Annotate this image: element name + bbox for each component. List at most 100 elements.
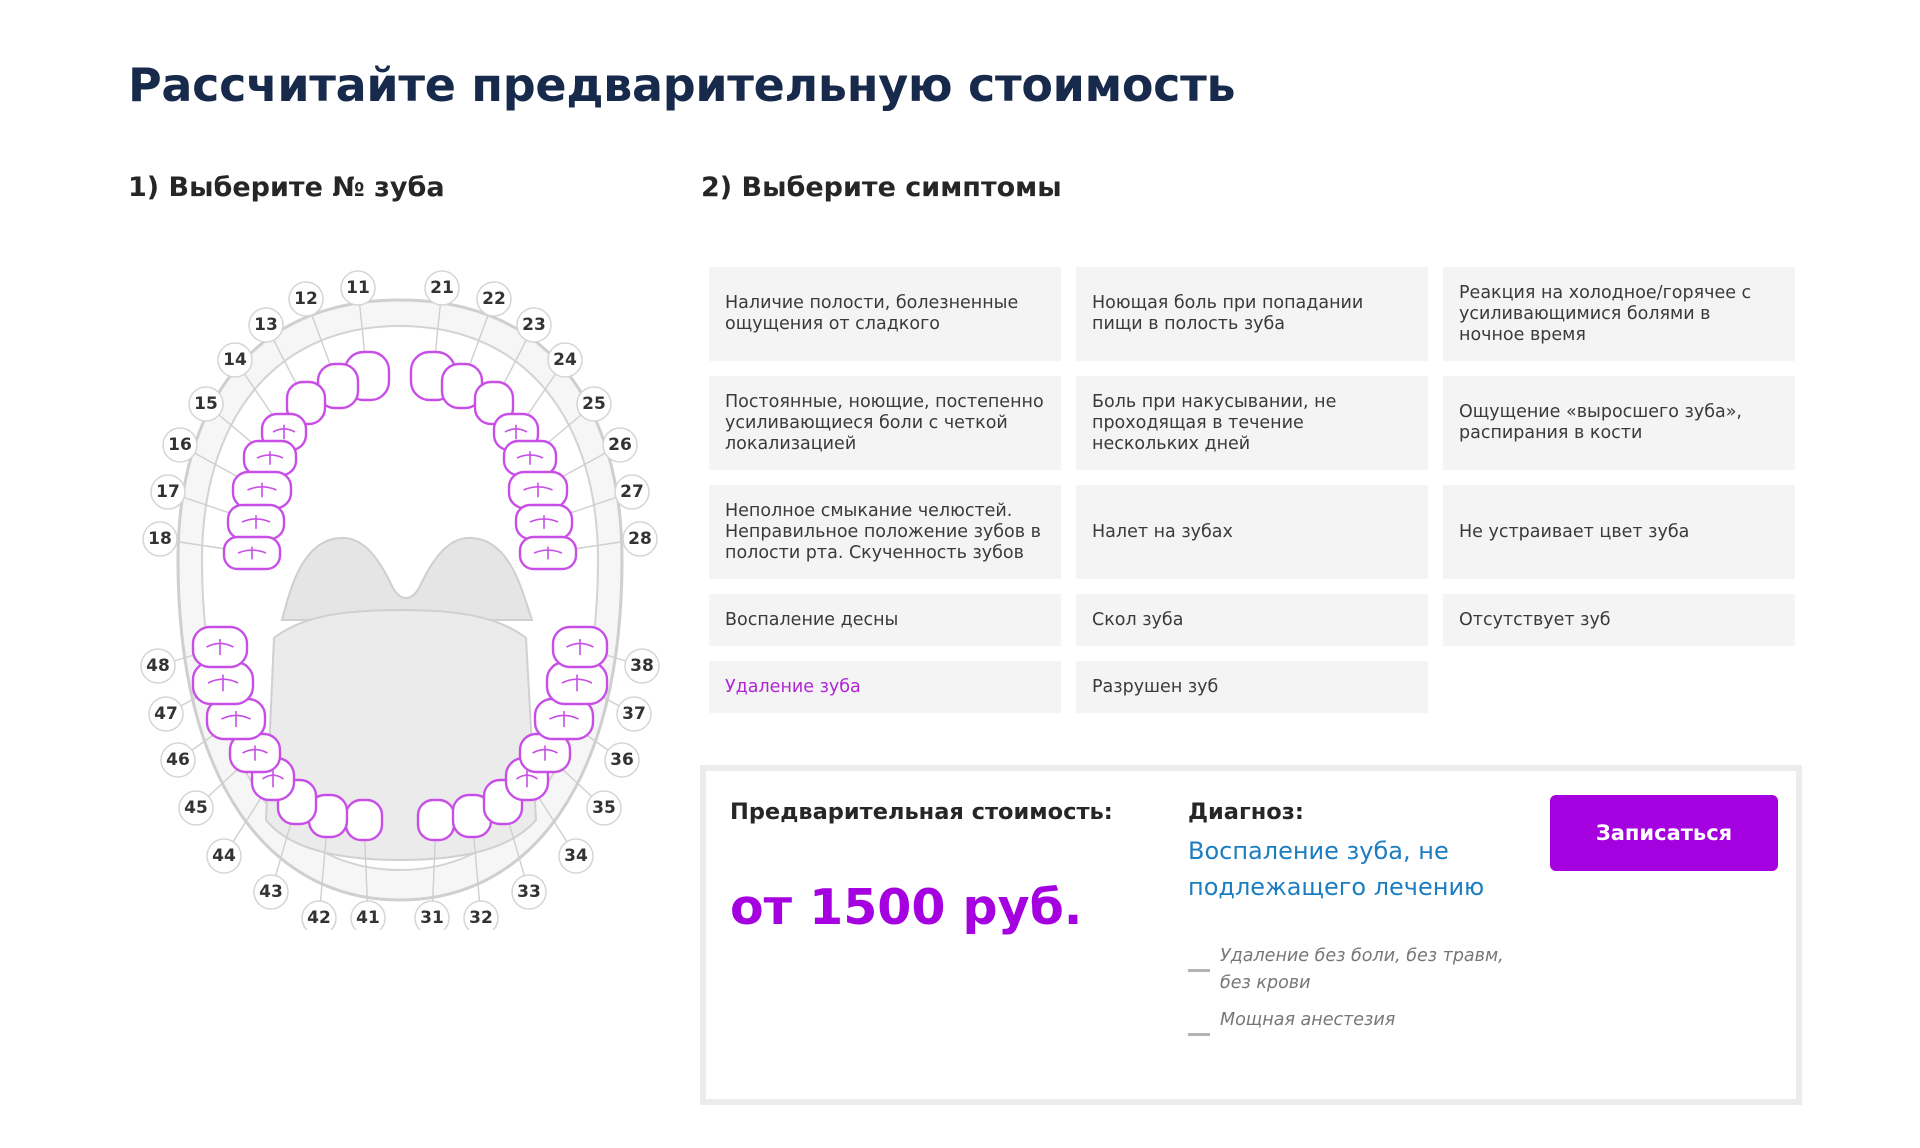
tooth-16[interactable] <box>231 470 293 510</box>
tooth-41[interactable] <box>344 798 384 842</box>
tooth-number-label: 46 <box>166 750 190 770</box>
tooth-number-23[interactable]: 23 <box>516 307 552 343</box>
tooth-number-17[interactable]: 17 <box>150 474 186 510</box>
tooth-number-label: 35 <box>592 798 616 818</box>
tooth-number-label: 13 <box>254 315 278 335</box>
symptom-option[interactable]: Налет на зубах <box>1076 485 1428 579</box>
tooth-28[interactable] <box>518 535 578 571</box>
tooth-number-24[interactable]: 24 <box>547 342 583 378</box>
step1-title: 1) Выберите № зуба <box>128 172 445 203</box>
tooth-number-35[interactable]: 35 <box>586 790 622 826</box>
tooth-17[interactable] <box>226 503 286 541</box>
tooth-number-38[interactable]: 38 <box>624 648 660 684</box>
tooth-number-label: 18 <box>148 529 172 549</box>
tooth-number-25[interactable]: 25 <box>576 386 612 422</box>
tooth-number-42[interactable]: 42 <box>301 900 337 930</box>
diagnosis-label: Диагноз: <box>1188 799 1304 825</box>
feature-item: Мощная анестезия <box>1188 1007 1508 1036</box>
mouth-illustration <box>176 298 624 902</box>
tooth-number-label: 31 <box>420 908 444 928</box>
tooth-number-label: 34 <box>564 846 588 866</box>
symptom-option[interactable]: Скол зуба <box>1076 594 1428 646</box>
tooth-number-36[interactable]: 36 <box>604 742 640 778</box>
tooth-47[interactable] <box>191 660 255 706</box>
tooth-number-label: 36 <box>610 750 634 770</box>
tooth-48[interactable] <box>191 625 249 669</box>
tooth-number-12[interactable]: 12 <box>288 281 324 317</box>
tooth-18[interactable] <box>222 535 282 571</box>
tooth-number-label: 38 <box>630 656 654 676</box>
tooth-number-44[interactable]: 44 <box>206 838 242 874</box>
tooth-number-26[interactable]: 26 <box>602 427 638 463</box>
tooth-number-18[interactable]: 18 <box>142 521 178 557</box>
tooth-number-label: 12 <box>294 289 318 309</box>
tooth-number-32[interactable]: 32 <box>463 900 499 930</box>
tooth-number-27[interactable]: 27 <box>614 474 650 510</box>
tooth-shape <box>416 798 456 842</box>
symptom-option[interactable]: Удаление зуба <box>709 661 1061 713</box>
tooth-number-47[interactable]: 47 <box>148 696 184 732</box>
tooth-number-43[interactable]: 43 <box>253 874 289 910</box>
tooth-number-label: 28 <box>628 529 652 549</box>
tooth-25[interactable] <box>502 439 558 477</box>
tooth-number-label: 37 <box>622 704 646 724</box>
tooth-number-label: 26 <box>608 435 632 455</box>
symptom-option[interactable]: Постоянные, ноющие, постепенно усиливающ… <box>709 376 1061 470</box>
tooth-number-37[interactable]: 37 <box>616 696 652 732</box>
tooth-number-label: 27 <box>620 482 644 502</box>
tooth-number-label: 22 <box>482 289 506 309</box>
tooth-38[interactable] <box>551 625 609 669</box>
feature-list: Удаление без боли, без травм, без крови … <box>1188 943 1508 1044</box>
result-panel: Предварительная стоимость: от 1500 руб. … <box>700 765 1802 1105</box>
tooth-27[interactable] <box>514 503 574 541</box>
step2-title: 2) Выберите симптомы <box>701 172 1062 203</box>
tooth-26[interactable] <box>507 470 569 510</box>
tooth-number-41[interactable]: 41 <box>350 900 386 930</box>
tooth-number-label: 23 <box>522 315 546 335</box>
symptom-option[interactable]: Не устраивает цвет зуба <box>1443 485 1795 579</box>
dash-icon <box>1188 1033 1210 1036</box>
tooth-number-14[interactable]: 14 <box>217 342 253 378</box>
symptom-option[interactable]: Воспаление десны <box>709 594 1061 646</box>
dash-icon <box>1188 969 1210 972</box>
page-title: Рассчитайте предварительную стоимость <box>128 58 1236 112</box>
tooth-number-label: 33 <box>517 882 541 902</box>
tooth-number-label: 48 <box>146 656 170 676</box>
symptom-option[interactable]: Разрушен зуб <box>1076 661 1428 713</box>
symptom-option[interactable]: Неполное смыкание челюстей. Неправильное… <box>709 485 1061 579</box>
tooth-31[interactable] <box>416 798 456 842</box>
tooth-number-28[interactable]: 28 <box>622 521 658 557</box>
tooth-number-label: 42 <box>307 908 331 928</box>
tooth-number-45[interactable]: 45 <box>178 790 214 826</box>
tooth-number-label: 44 <box>212 846 236 866</box>
tooth-15[interactable] <box>242 439 298 477</box>
tooth-number-31[interactable]: 31 <box>414 900 450 930</box>
symptom-option[interactable]: Ноющая боль при попадании пищи в полость… <box>1076 267 1428 361</box>
tooth-number-11[interactable]: 11 <box>340 270 376 306</box>
tooth-number-16[interactable]: 16 <box>162 427 198 463</box>
price-value: от 1500 руб. <box>730 879 1083 936</box>
tooth-shape <box>344 798 384 842</box>
symptoms-grid: Наличие полости, болезненные ощущения от… <box>709 267 1796 713</box>
tooth-number-13[interactable]: 13 <box>248 307 284 343</box>
tooth-number-46[interactable]: 46 <box>160 742 196 778</box>
symptom-option[interactable]: Боль при накусывании, не проходящая в те… <box>1076 376 1428 470</box>
diagnosis-value: Воспаление зуба, не подлежащего лечению <box>1188 837 1485 901</box>
tooth-number-label: 24 <box>553 350 577 370</box>
feature-item: Удаление без боли, без травм, без крови <box>1188 943 1508 997</box>
tooth-number-label: 16 <box>168 435 192 455</box>
book-appointment-button[interactable]: Записаться <box>1550 795 1778 871</box>
tooth-37[interactable] <box>545 660 609 706</box>
symptom-option[interactable]: Реакция на холодное/горячее с усиливающи… <box>1443 267 1795 361</box>
tooth-number-48[interactable]: 48 <box>140 648 176 684</box>
tooth-number-label: 17 <box>156 482 180 502</box>
tooth-number-33[interactable]: 33 <box>511 874 547 910</box>
symptom-option[interactable]: Ощущение «выросшего зуба», распирания в … <box>1443 376 1795 470</box>
symptom-option[interactable]: Отсутствует зуб <box>1443 594 1795 646</box>
tooth-number-21[interactable]: 21 <box>424 270 460 306</box>
tooth-number-22[interactable]: 22 <box>476 281 512 317</box>
symptom-option[interactable]: Наличие полости, болезненные ощущения от… <box>709 267 1061 361</box>
tooth-number-34[interactable]: 34 <box>558 838 594 874</box>
tooth-number-label: 41 <box>356 908 380 928</box>
tooth-number-15[interactable]: 15 <box>188 386 224 422</box>
